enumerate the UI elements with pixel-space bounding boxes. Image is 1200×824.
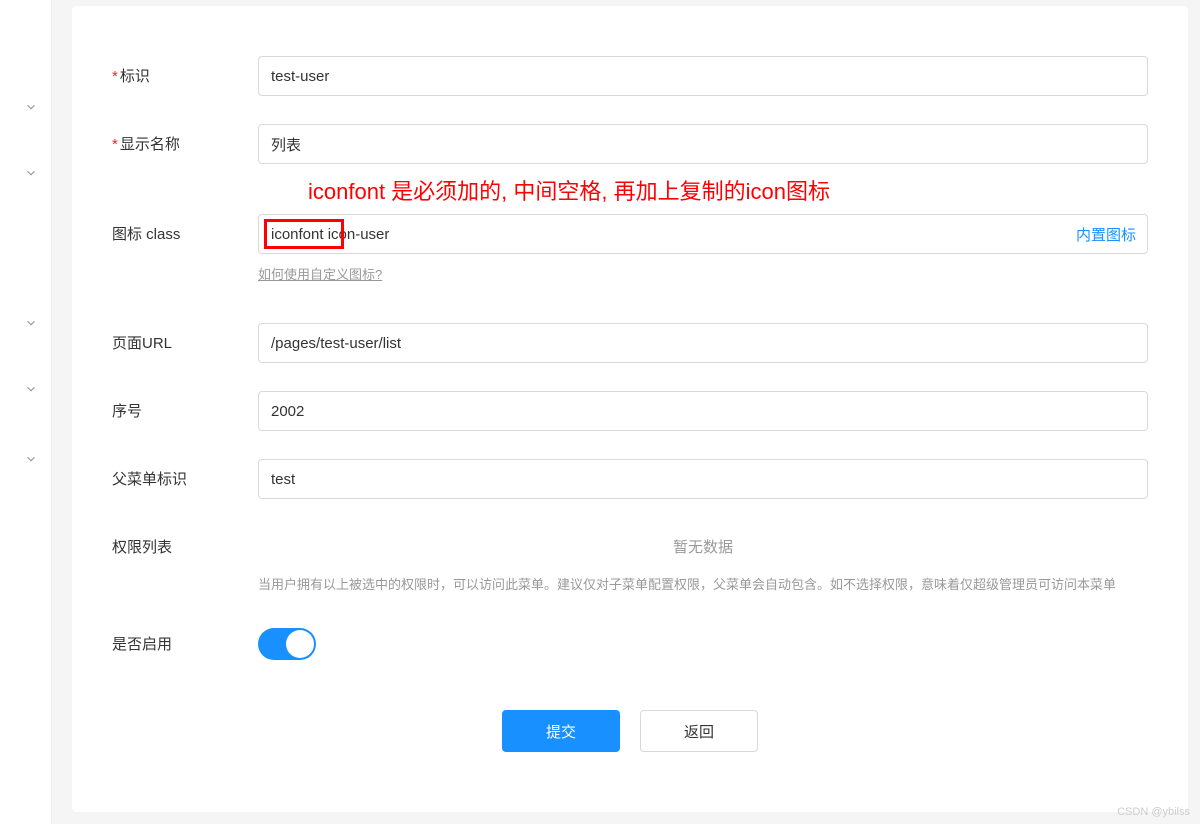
- submit-button[interactable]: 提交: [502, 710, 620, 752]
- page-url-label: 页面URL: [112, 323, 258, 353]
- form-row-sort: 序号: [72, 391, 1188, 431]
- sort-input[interactable]: [258, 391, 1148, 431]
- chevron-down-icon[interactable]: [24, 382, 38, 396]
- permissions-label: 权限列表: [112, 527, 258, 557]
- parent-menu-label: 父菜单标识: [112, 459, 258, 489]
- identifier-input[interactable]: [258, 56, 1148, 96]
- switch-handle: [286, 630, 314, 658]
- required-mark: *: [112, 136, 118, 153]
- form-row-page-url: 页面URL: [72, 323, 1188, 363]
- icon-class-label: 图标 class: [112, 214, 258, 244]
- enabled-switch[interactable]: [258, 628, 316, 660]
- parent-menu-input[interactable]: [258, 459, 1148, 499]
- chevron-down-icon[interactable]: [24, 166, 38, 180]
- form-row-parent-menu: 父菜单标识: [72, 459, 1188, 499]
- button-row: 提交 返回: [72, 710, 1188, 752]
- form-panel: *标识 *显示名称 iconfont 是必须加的, 中间空格, 再加上复制的ic…: [72, 6, 1188, 812]
- form-row-display-name: *显示名称: [72, 124, 1188, 164]
- permissions-help-text: 当用户拥有以上被选中的权限时，可以访问此菜单。建议仅对子菜单配置权限，父菜单会自…: [72, 573, 1188, 596]
- display-name-label: *显示名称: [112, 124, 258, 154]
- identifier-label: *标识: [112, 56, 258, 86]
- watermark: CSDN @ybilss: [1117, 806, 1190, 818]
- display-name-input[interactable]: [258, 124, 1148, 164]
- back-button[interactable]: 返回: [640, 710, 758, 752]
- permissions-empty-text: 暂无数据: [258, 527, 1148, 557]
- built-in-icons-link[interactable]: 内置图标: [1076, 224, 1136, 245]
- chevron-down-icon[interactable]: [24, 452, 38, 466]
- form-row-enabled: 是否启用: [72, 624, 1188, 660]
- form-row-icon-class: 图标 class 内置图标 如何使用自定义图标?: [72, 214, 1188, 283]
- sidebar: [0, 0, 52, 824]
- form-row-identifier: *标识: [72, 56, 1188, 96]
- chevron-down-icon[interactable]: [24, 316, 38, 330]
- annotation-text: iconfont 是必须加的, 中间空格, 再加上复制的icon图标: [122, 174, 1188, 206]
- page-url-input[interactable]: [258, 323, 1148, 363]
- custom-icon-help-link[interactable]: 如何使用自定义图标?: [258, 264, 382, 283]
- form-row-permissions: 权限列表 暂无数据: [72, 527, 1188, 557]
- chevron-down-icon[interactable]: [24, 100, 38, 114]
- enabled-label: 是否启用: [112, 624, 258, 654]
- sort-label: 序号: [112, 391, 258, 421]
- icon-class-input[interactable]: [258, 214, 1148, 254]
- required-mark: *: [112, 68, 118, 85]
